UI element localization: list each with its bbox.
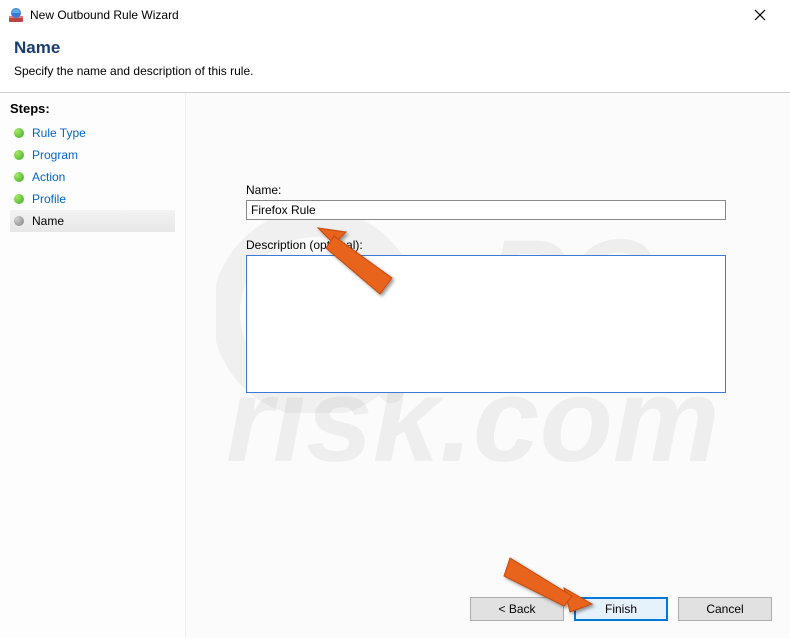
back-button[interactable]: < Back <box>470 597 564 621</box>
step-label: Profile <box>32 192 66 206</box>
step-label: Action <box>32 170 65 184</box>
name-input[interactable] <box>246 200 726 220</box>
firewall-icon <box>8 7 24 23</box>
bullet-icon <box>14 216 24 226</box>
close-icon <box>754 9 766 21</box>
step-profile[interactable]: Profile <box>10 188 175 210</box>
finish-button[interactable]: Finish <box>574 597 668 621</box>
wizard-footer: < Back Finish Cancel <box>470 597 772 621</box>
titlebar: New Outbound Rule Wizard <box>0 0 790 30</box>
wizard-header: Name Specify the name and description of… <box>0 30 790 93</box>
step-label: Rule Type <box>32 126 86 140</box>
cancel-button[interactable]: Cancel <box>678 597 772 621</box>
steps-heading: Steps: <box>10 101 175 116</box>
step-label: Name <box>32 214 64 228</box>
description-label: Description (optional): <box>246 238 730 252</box>
name-label: Name: <box>246 183 730 197</box>
window-title: New Outbound Rule Wizard <box>30 8 738 22</box>
step-action[interactable]: Action <box>10 166 175 188</box>
close-button[interactable] <box>738 1 782 29</box>
bullet-icon <box>14 172 24 182</box>
main-panel: PC risk.com Name: Description (optional)… <box>185 93 790 638</box>
bullet-icon <box>14 128 24 138</box>
page-subtitle: Specify the name and description of this… <box>14 64 776 78</box>
description-input[interactable] <box>246 255 726 393</box>
page-title: Name <box>14 38 776 58</box>
step-label: Program <box>32 148 78 162</box>
steps-sidebar: Steps: Rule Type Program Action Profile … <box>0 93 185 638</box>
bullet-icon <box>14 150 24 160</box>
step-program[interactable]: Program <box>10 144 175 166</box>
step-rule-type[interactable]: Rule Type <box>10 122 175 144</box>
step-name[interactable]: Name <box>10 210 175 232</box>
bullet-icon <box>14 194 24 204</box>
